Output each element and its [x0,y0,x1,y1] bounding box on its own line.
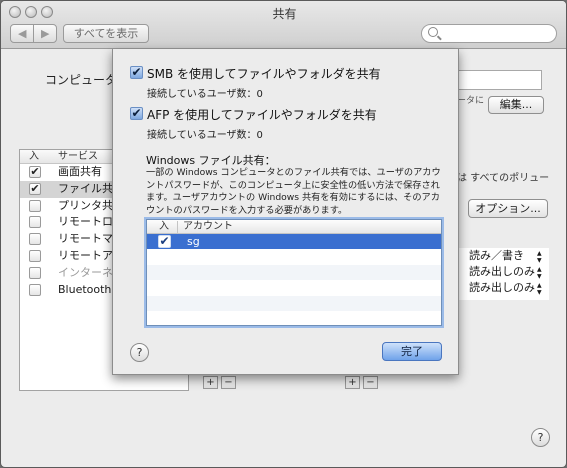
service-checkbox[interactable] [29,249,41,262]
popup-arrows-icon[interactable]: ▲▼ [537,282,543,296]
service-checkbox[interactable] [29,266,41,279]
service-name: 画面共有 [58,165,102,178]
window-title: 共有 [272,7,297,21]
account-checkbox[interactable]: ✔ [158,235,171,248]
empty-row [147,249,441,264]
service-name: リモートマ [58,232,113,246]
permission-value: 読み出しのみ [469,281,535,294]
service-name: プリンタ共 [58,198,113,212]
services-header-service: サービス [58,151,98,162]
back-button[interactable]: ◀ [10,24,34,43]
service-checkbox[interactable]: ✔ [29,166,41,178]
empty-row [147,311,441,326]
computer-address-hint: ータに [457,96,485,106]
service-name: リモートロ [58,215,113,229]
smb-label: SMB を使用してファイルやフォルダを共有 [147,67,381,81]
checkmark-icon: ✔ [131,65,142,79]
show-all-button[interactable]: すべてを表示 [63,24,149,43]
checkmark-icon: ✔ [30,165,40,178]
accounts-table[interactable]: 入 アカウント ✔ sg [146,219,442,326]
service-checkbox[interactable]: ✔ [29,181,41,195]
access-policy-text: は すべてのポリュー [457,173,550,184]
add-user-button[interactable]: + [345,376,360,389]
accounts-header-on: 入 [159,221,169,232]
search-icon [428,27,438,37]
remove-user-button[interactable]: − [363,376,378,389]
service-checkbox[interactable] [29,216,41,229]
service-checkbox[interactable] [29,283,41,296]
checkmark-icon: ✔ [30,181,40,195]
remove-folder-button[interactable]: − [221,376,236,389]
afp-checkbox[interactable]: ✔ [130,107,143,120]
accounts-table-header: 入 アカウント [147,220,441,234]
forward-arrow-icon: ▶ [41,27,50,40]
add-folder-button[interactable]: + [203,376,218,389]
account-row[interactable]: ✔ sg [147,234,441,250]
help-button[interactable]: ? [531,428,550,447]
search-field[interactable] [421,24,557,43]
popup-arrows-icon[interactable]: ▲▼ [537,250,543,264]
permission-value: 読み／書き [469,249,524,262]
toolbar: 共有 ◀ ▶ すべてを表示 [1,1,566,49]
done-button[interactable]: 完了 [382,342,442,361]
windows-sharing-description: 一部の Windows コンピュータとのファイル共有では、ユーザのアカウントパス… [146,167,441,216]
smb-checkbox[interactable]: ✔ [130,66,143,79]
permission-row[interactable]: 読み出しのみ ▲▼ [459,264,549,280]
afp-label: AFP を使用してファイルやフォルダを共有 [147,108,377,122]
empty-row [147,295,441,311]
permissions-list[interactable]: 読み／書き ▲▼ 読み出しのみ ▲▼ 読み出しのみ ▲▼ [459,248,549,300]
permission-value: 読み出しのみ [469,265,535,278]
afp-connected-users: 接続しているユーザ数：0 [147,130,263,141]
file-sharing-options-sheet: ✔ SMB を使用してファイルやフォルダを共有 接続しているユーザ数：0 ✔ A… [112,49,459,375]
windows-sharing-title: Windows ファイル共有： [146,154,276,167]
account-name: sg [187,235,200,248]
back-arrow-icon: ◀ [18,27,27,40]
edit-button[interactable]: 編集... [488,96,544,114]
service-checkbox[interactable] [29,233,41,246]
services-header-on: 入 [29,151,39,162]
service-checkbox[interactable] [29,199,41,212]
computer-name-field[interactable] [456,70,542,90]
checkmark-icon: ✔ [131,106,142,120]
options-button[interactable]: オプション... [468,199,548,218]
permission-row[interactable]: 読み出しのみ ▲▼ [459,280,549,296]
popup-arrows-icon[interactable]: ▲▼ [537,266,543,280]
sharing-window: 共有 ◀ ▶ すべてを表示 コンピュータ名 ータに 編集... は すべてのポリ… [0,0,567,468]
checkmark-icon: ✔ [159,234,170,248]
accounts-header-account: アカウント [183,221,233,232]
forward-button[interactable]: ▶ [33,24,57,43]
empty-row [147,264,441,281]
permission-row[interactable]: 読み／書き ▲▼ [459,248,549,264]
smb-connected-users: 接続しているユーザ数：0 [147,89,263,100]
sheet-help-button[interactable]: ? [130,343,149,362]
empty-row [147,280,441,295]
